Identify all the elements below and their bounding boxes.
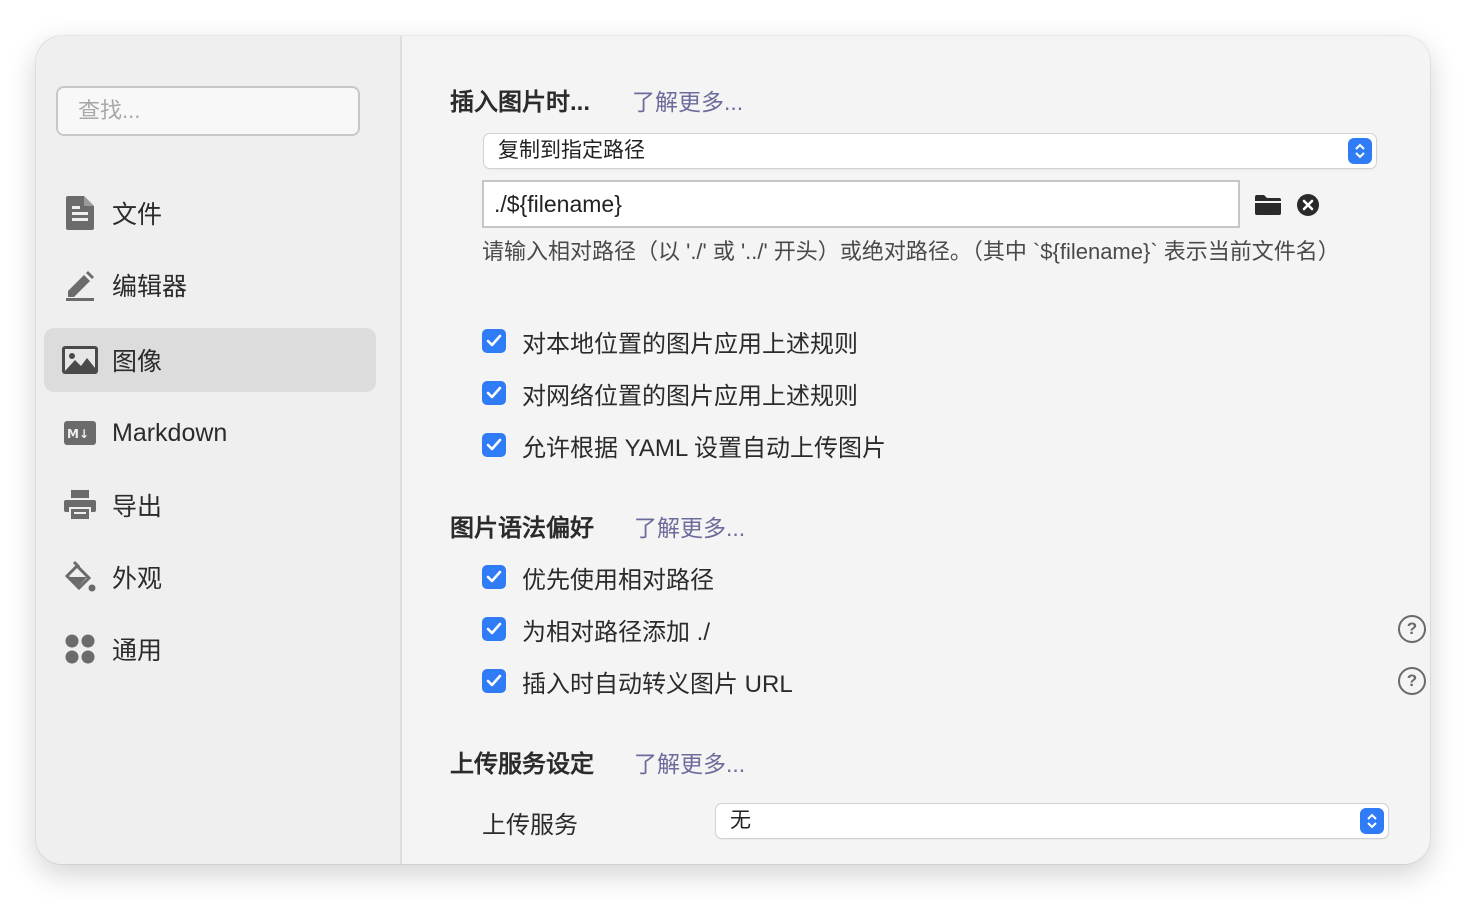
upload-service-label: 上传服务 — [482, 812, 578, 839]
option-escape-url[interactable]: 插入时自动转义图片 URL — [482, 665, 793, 698]
clear-icon[interactable] — [1294, 191, 1322, 219]
checkbox-label: 优先使用相对路径 — [522, 566, 714, 594]
sidebar-item-label: 导出 — [112, 493, 163, 521]
upload-service-value: 无 — [730, 809, 751, 832]
path-hint-text: 请输入相对路径（以 './' 或 '../' 开头）或绝对路径。（其中 `${f… — [482, 239, 1340, 264]
sidebar-item-image[interactable]: 图像 — [44, 328, 376, 392]
chevron-up-down-icon — [1360, 808, 1384, 834]
learn-more-link[interactable]: 了解更多... — [632, 83, 743, 117]
sidebar-item-label: 文件 — [112, 201, 163, 229]
sidebar-item-label: Markdown — [112, 418, 228, 447]
upload-service-select[interactable]: 无 — [716, 804, 1388, 838]
preferences-window: 查找... 文件 编辑器 图像 M↓ Markdown 导出 外观 通用 插入图… — [36, 36, 1430, 864]
printer-icon — [62, 487, 98, 523]
markdown-icon: M↓ — [62, 415, 98, 451]
pencil-icon — [62, 267, 98, 303]
insert-action-value: 复制到指定路径 — [498, 139, 645, 162]
chevron-up-down-icon — [1348, 138, 1372, 164]
sidebar-item-file[interactable]: 文件 — [44, 181, 376, 245]
learn-more-link[interactable]: 了解更多... — [634, 745, 745, 779]
option-add-dot-slash[interactable]: 为相对路径添加 ./ — [482, 613, 711, 646]
sidebar-item-label: 通用 — [112, 637, 163, 665]
option-prefer-relative[interactable]: 优先使用相对路径 — [482, 561, 714, 594]
checkbox-label: 为相对路径添加 ./ — [522, 618, 711, 646]
checkbox[interactable] — [482, 329, 506, 353]
sidebar-item-appearance[interactable]: 外观 — [44, 545, 376, 609]
sidebar-item-editor[interactable]: 编辑器 — [44, 253, 376, 317]
insert-action-select[interactable]: 复制到指定路径 — [484, 134, 1376, 168]
sidebar-item-general[interactable]: 通用 — [44, 617, 376, 681]
sidebar: 查找... 文件 编辑器 图像 M↓ Markdown 导出 外观 通用 — [36, 36, 402, 864]
svg-text:M↓: M↓ — [67, 427, 89, 441]
sidebar-item-markdown[interactable]: M↓ Markdown — [44, 401, 376, 465]
sidebar-item-label: 编辑器 — [112, 273, 188, 301]
checkbox-label: 插入时自动转义图片 URL — [522, 670, 793, 698]
option-apply-local[interactable]: 对本地位置的图片应用上述规则 — [482, 325, 858, 358]
checkbox-label: 允许根据 YAML 设置自动上传图片 — [522, 434, 887, 462]
checkbox[interactable] — [482, 669, 506, 693]
checkbox-label: 对本地位置的图片应用上述规则 — [522, 330, 858, 358]
section-title-upload: 上传服务设定 — [450, 751, 594, 778]
learn-more-link[interactable]: 了解更多... — [634, 509, 745, 543]
checkbox[interactable] — [482, 381, 506, 405]
help-icon[interactable]: ? — [1398, 615, 1426, 643]
checkbox-label: 对网络位置的图片应用上述规则 — [522, 382, 858, 410]
checkbox[interactable] — [482, 565, 506, 589]
section-title-insert-image: 插入图片时... — [450, 89, 591, 116]
option-yaml-upload[interactable]: 允许根据 YAML 设置自动上传图片 — [482, 429, 887, 462]
checkbox[interactable] — [482, 433, 506, 457]
image-icon — [62, 342, 98, 378]
image-path-input[interactable]: ./${filename} — [482, 180, 1240, 228]
paint-bucket-icon — [62, 559, 98, 595]
sidebar-item-label: 图像 — [112, 348, 163, 376]
document-icon — [62, 195, 98, 231]
search-input[interactable]: 查找... — [56, 86, 360, 136]
section-title-syntax-pref: 图片语法偏好 — [450, 515, 594, 542]
sidebar-item-label: 外观 — [112, 565, 163, 593]
option-apply-network[interactable]: 对网络位置的图片应用上述规则 — [482, 377, 858, 410]
preferences-content: 插入图片时... 了解更多... 复制到指定路径 ./${filename} 请… — [402, 36, 1430, 864]
sidebar-item-export[interactable]: 导出 — [44, 473, 376, 537]
checkbox[interactable] — [482, 617, 506, 641]
folder-icon[interactable] — [1254, 191, 1282, 219]
help-icon[interactable]: ? — [1398, 667, 1426, 695]
grid-dots-icon — [62, 631, 98, 667]
